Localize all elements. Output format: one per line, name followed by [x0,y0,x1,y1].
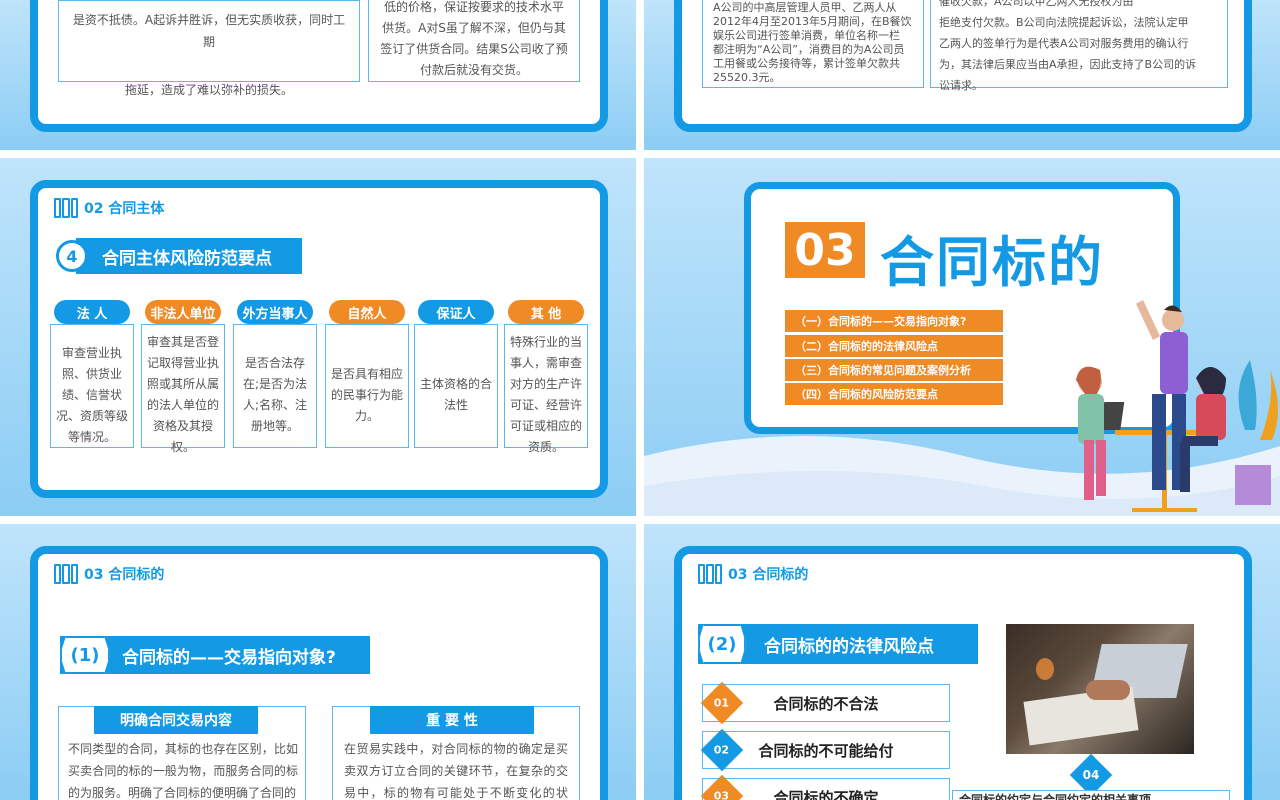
subject-column-box: 审查其是否登记取得营业执照或其所从属的法人单位的资格及其授权。 [141,324,225,454]
banner-title: 合同主体风险防范要点 [102,248,272,269]
risk-number: 02 [714,743,730,757]
banner-title: 合同标的——交易指向对象? [122,647,336,668]
section-header: 03 合同标的 [54,564,164,584]
text-line: A公司的中高层管理人员甲、乙两人从 [713,1,897,14]
risk-number-badge: 01 [700,681,744,725]
text-line: 催收欠款，A公司以甲乙两人无授权为由 [939,0,1134,8]
chapter-number-box: 03 [785,222,865,278]
subject-column-box: 特殊行业的当事人，需审查对方的生产许可证、经营许可证或相应的资质。 [504,324,588,454]
risk-number-badge: 02 [700,728,744,772]
people-illustration [1060,290,1280,516]
subject-column-text: 特殊行业的当事人，需审查对方的生产许可证、经营许可证或相应的资质。 [509,335,582,454]
case-text-left: 是资不抵债。A起诉并胜诉，但无实质收获，同时工期 拖延，造成了难以弥补的损失。 [58,0,360,97]
text-line: 乙两人的签单行为是代表A公司对服务费用的确认行 [939,37,1189,50]
text-line: 付款后就没有交货。 [419,63,528,77]
text-line: 拒绝支付欠款。B公司向法院提起诉讼，法院认定甲 [939,16,1189,29]
subject-column-box: 审查营业执照、供货业绩、信誉状况、资质等级等情况。 [50,324,134,448]
section-header: 02 合同主体 [54,198,164,218]
subject-column-text: 主体资格的合法性 [419,377,492,412]
content-box-right-title: 重 要 性 [370,706,534,734]
subject-column-label: 非法人单位 [145,300,221,324]
subject-column-label: 其 他 [508,300,584,324]
books-icon [54,198,78,218]
text-line: 2012年4月至2013年5月期间，在B餐饮 [713,15,912,28]
slide-thumbnail-3[interactable]: 02 合同主体 合同主体风险防范要点 4 审查营业执照、供货业绩、信誉状况、资质… [0,158,636,516]
content-box-left-title: 明确合同交易内容 [94,706,258,734]
subject-column-text: 审查其是否登记取得营业执照或其所从属的法人单位的资格及其授权。 [146,335,219,454]
chapter-menu-item-2[interactable]: （二）合同标的的法律风险点 [785,335,1003,357]
risk-row-3[interactable]: 03 合同标的不确定 [700,774,950,800]
banner-number: 4 [56,240,88,272]
banner-number: (1) [60,636,110,674]
subject-column-label: 法 人 [54,300,130,324]
chapter-title: 合同标的 [880,231,1104,294]
risk-number: 01 [714,696,730,710]
section-header: 03 合同标的 [698,564,808,584]
subject-column-box: 是否具有相应的民事行为能力。 [325,324,409,448]
risk-row-1[interactable]: 01 合同标的不合法 [700,681,950,725]
books-icon [698,564,722,584]
section-header-text: 03 合同标的 [728,567,809,583]
banner-number: (2) [698,624,746,664]
subject-column-label: 自然人 [329,300,405,324]
chapter-menu-item-1[interactable]: （一）合同标的——交易指向对象? [785,310,1003,332]
text-line: 25520.3元。 [713,71,781,84]
content-box-left-text: 不同类型的合同，其标的也存在区别，比如买卖合同的标的一般为物，而服务合同的标的为… [68,742,298,800]
case-text-right: 催收欠款，A公司以甲乙两人无授权为由 拒绝支付欠款。B公司向法院提起诉讼，法院认… [930,0,1228,92]
badge-04-number: 04 [1082,768,1100,782]
slide-thumbnail-2[interactable]: A公司的中高层管理人员甲、乙两人从 2012年4月至2013年5月期间，在B餐饮… [644,0,1280,150]
subject-column-box: 是否合法存在;是否为法人;名称、注册地等。 [233,324,317,448]
slide-thumbnail-5[interactable]: 03 合同标的 合同标的——交易指向对象? (1) 明确合同交易内容 不同类型的… [0,524,636,800]
chapter-menu-item-4[interactable]: （四）合同标的风险防范要点 [785,383,1003,405]
text-line: 是资不抵债。A起诉并胜诉，但无实质收获，同时工期 [72,13,346,49]
content-box-right-text: 在贸易实践中，对合同标的物的确定是买卖双方订立合同的关键环节，在复杂的交易中，标… [344,742,568,800]
text-line: 都注明为“A公司”，消费目的为A公司员 [713,43,905,56]
subject-column-text: 是否具有相应的民事行为能力。 [330,366,403,423]
text-line: 拖延，造成了难以弥补的损失。 [124,83,293,97]
section-header-text: 02 合同主体 [84,201,165,217]
office-photo [1006,624,1194,754]
case-text-right: 低的价格，保证按要求的技术水平 供货。A对S虽了解不深，但仍与其 签订了供货合同… [368,0,580,82]
case-text-left: A公司的中高层管理人员甲、乙两人从 2012年4月至2013年5月期间，在B餐饮… [702,0,924,88]
slide-thumbnail-1[interactable]: 是资不抵债。A起诉并胜诉，但无实质收获，同时工期 拖延，造成了难以弥补的损失。 … [0,0,636,150]
section-header-text: 03 合同标的 [84,567,165,583]
subject-column-box: 主体资格的合法性 [414,324,498,448]
risk-row-2[interactable]: 02 合同标的不可能给付 [700,728,950,772]
banner-title: 合同标的的法律风险点 [764,636,934,657]
text-line: 供货。A对S虽了解不深，但仍与其 [382,21,566,35]
text-line: 娱乐公司进行签单消费，单位名称一栏 [713,29,900,42]
subject-column-label: 外方当事人 [237,300,313,324]
books-icon [54,564,78,584]
chapter-menu-item-3[interactable]: （三）合同标的常见问题及案例分析 [785,359,1003,381]
subject-column-label: 保证人 [418,300,494,324]
text-line: 为，其法律后果应当由A承担，因此支持了B公司的诉 [939,58,1197,71]
badge-04-text: 合同标的约定与合同约定的相关事项 [952,790,1230,800]
subject-column-text: 是否合法存在;是否为法人;名称、注册地等。 [242,356,308,433]
text-line: 工用餐或公务接待等，累计签单欠款共 [713,57,900,70]
text-line: 签订了供货合同。结果S公司收了预 [380,42,568,56]
risk-number: 03 [714,789,730,800]
title-banner: 合同主体风险防范要点 [76,238,302,274]
text-line: 讼请求。 [939,79,983,92]
text-line: 低的价格，保证按要求的技术水平 [383,0,564,14]
subject-column-text: 审查营业执照、供货业绩、信誉状况、资质等级等情况。 [55,345,128,444]
